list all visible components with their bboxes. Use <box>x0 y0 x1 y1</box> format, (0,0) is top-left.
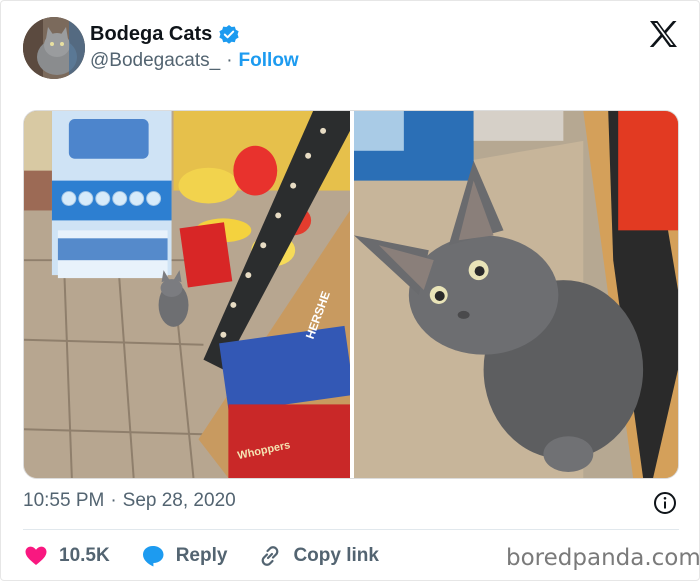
watermark: boredpanda.com <box>506 545 700 571</box>
timestamp-separator: · <box>110 490 117 511</box>
post-date: Sep 28, 2020 <box>122 490 236 511</box>
media-grid: HERSHE Whoppers <box>23 110 679 479</box>
reply-label: Reply <box>175 545 228 566</box>
x-logo-icon[interactable] <box>648 20 678 48</box>
info-icon[interactable] <box>653 491 677 515</box>
handle-separator: · <box>226 50 233 71</box>
display-name[interactable]: Bodega Cats <box>90 23 212 46</box>
like-button[interactable]: 10.5K <box>23 543 110 569</box>
photo-right[interactable] <box>354 111 678 478</box>
author-name-row: Bodega Cats <box>90 23 240 46</box>
photo-left[interactable]: HERSHE Whoppers <box>24 111 350 478</box>
copy-link-label: Copy link <box>293 545 379 566</box>
copy-link-button[interactable]: Copy link <box>257 543 379 569</box>
post-card: Bodega Cats @Bodegacats_ · Follow HERSHE… <box>0 0 700 581</box>
post-time: 10:55 PM <box>23 490 105 511</box>
avatar[interactable] <box>23 17 85 79</box>
follow-button[interactable]: Follow <box>239 50 299 72</box>
likes-count: 10.5K <box>59 545 110 566</box>
heart-icon <box>25 546 47 565</box>
reply-button[interactable]: Reply <box>140 543 228 569</box>
action-bar: 10.5K Reply Copy link <box>23 541 409 571</box>
verified-badge-icon <box>218 24 240 46</box>
handle[interactable]: @Bodegacats_ <box>90 50 220 72</box>
link-icon <box>262 546 279 566</box>
divider <box>23 529 679 530</box>
reply-icon <box>142 546 164 567</box>
timestamp[interactable]: 10:55 PM · Sep 28, 2020 <box>23 490 236 512</box>
handle-row: @Bodegacats_ · Follow <box>90 50 299 72</box>
